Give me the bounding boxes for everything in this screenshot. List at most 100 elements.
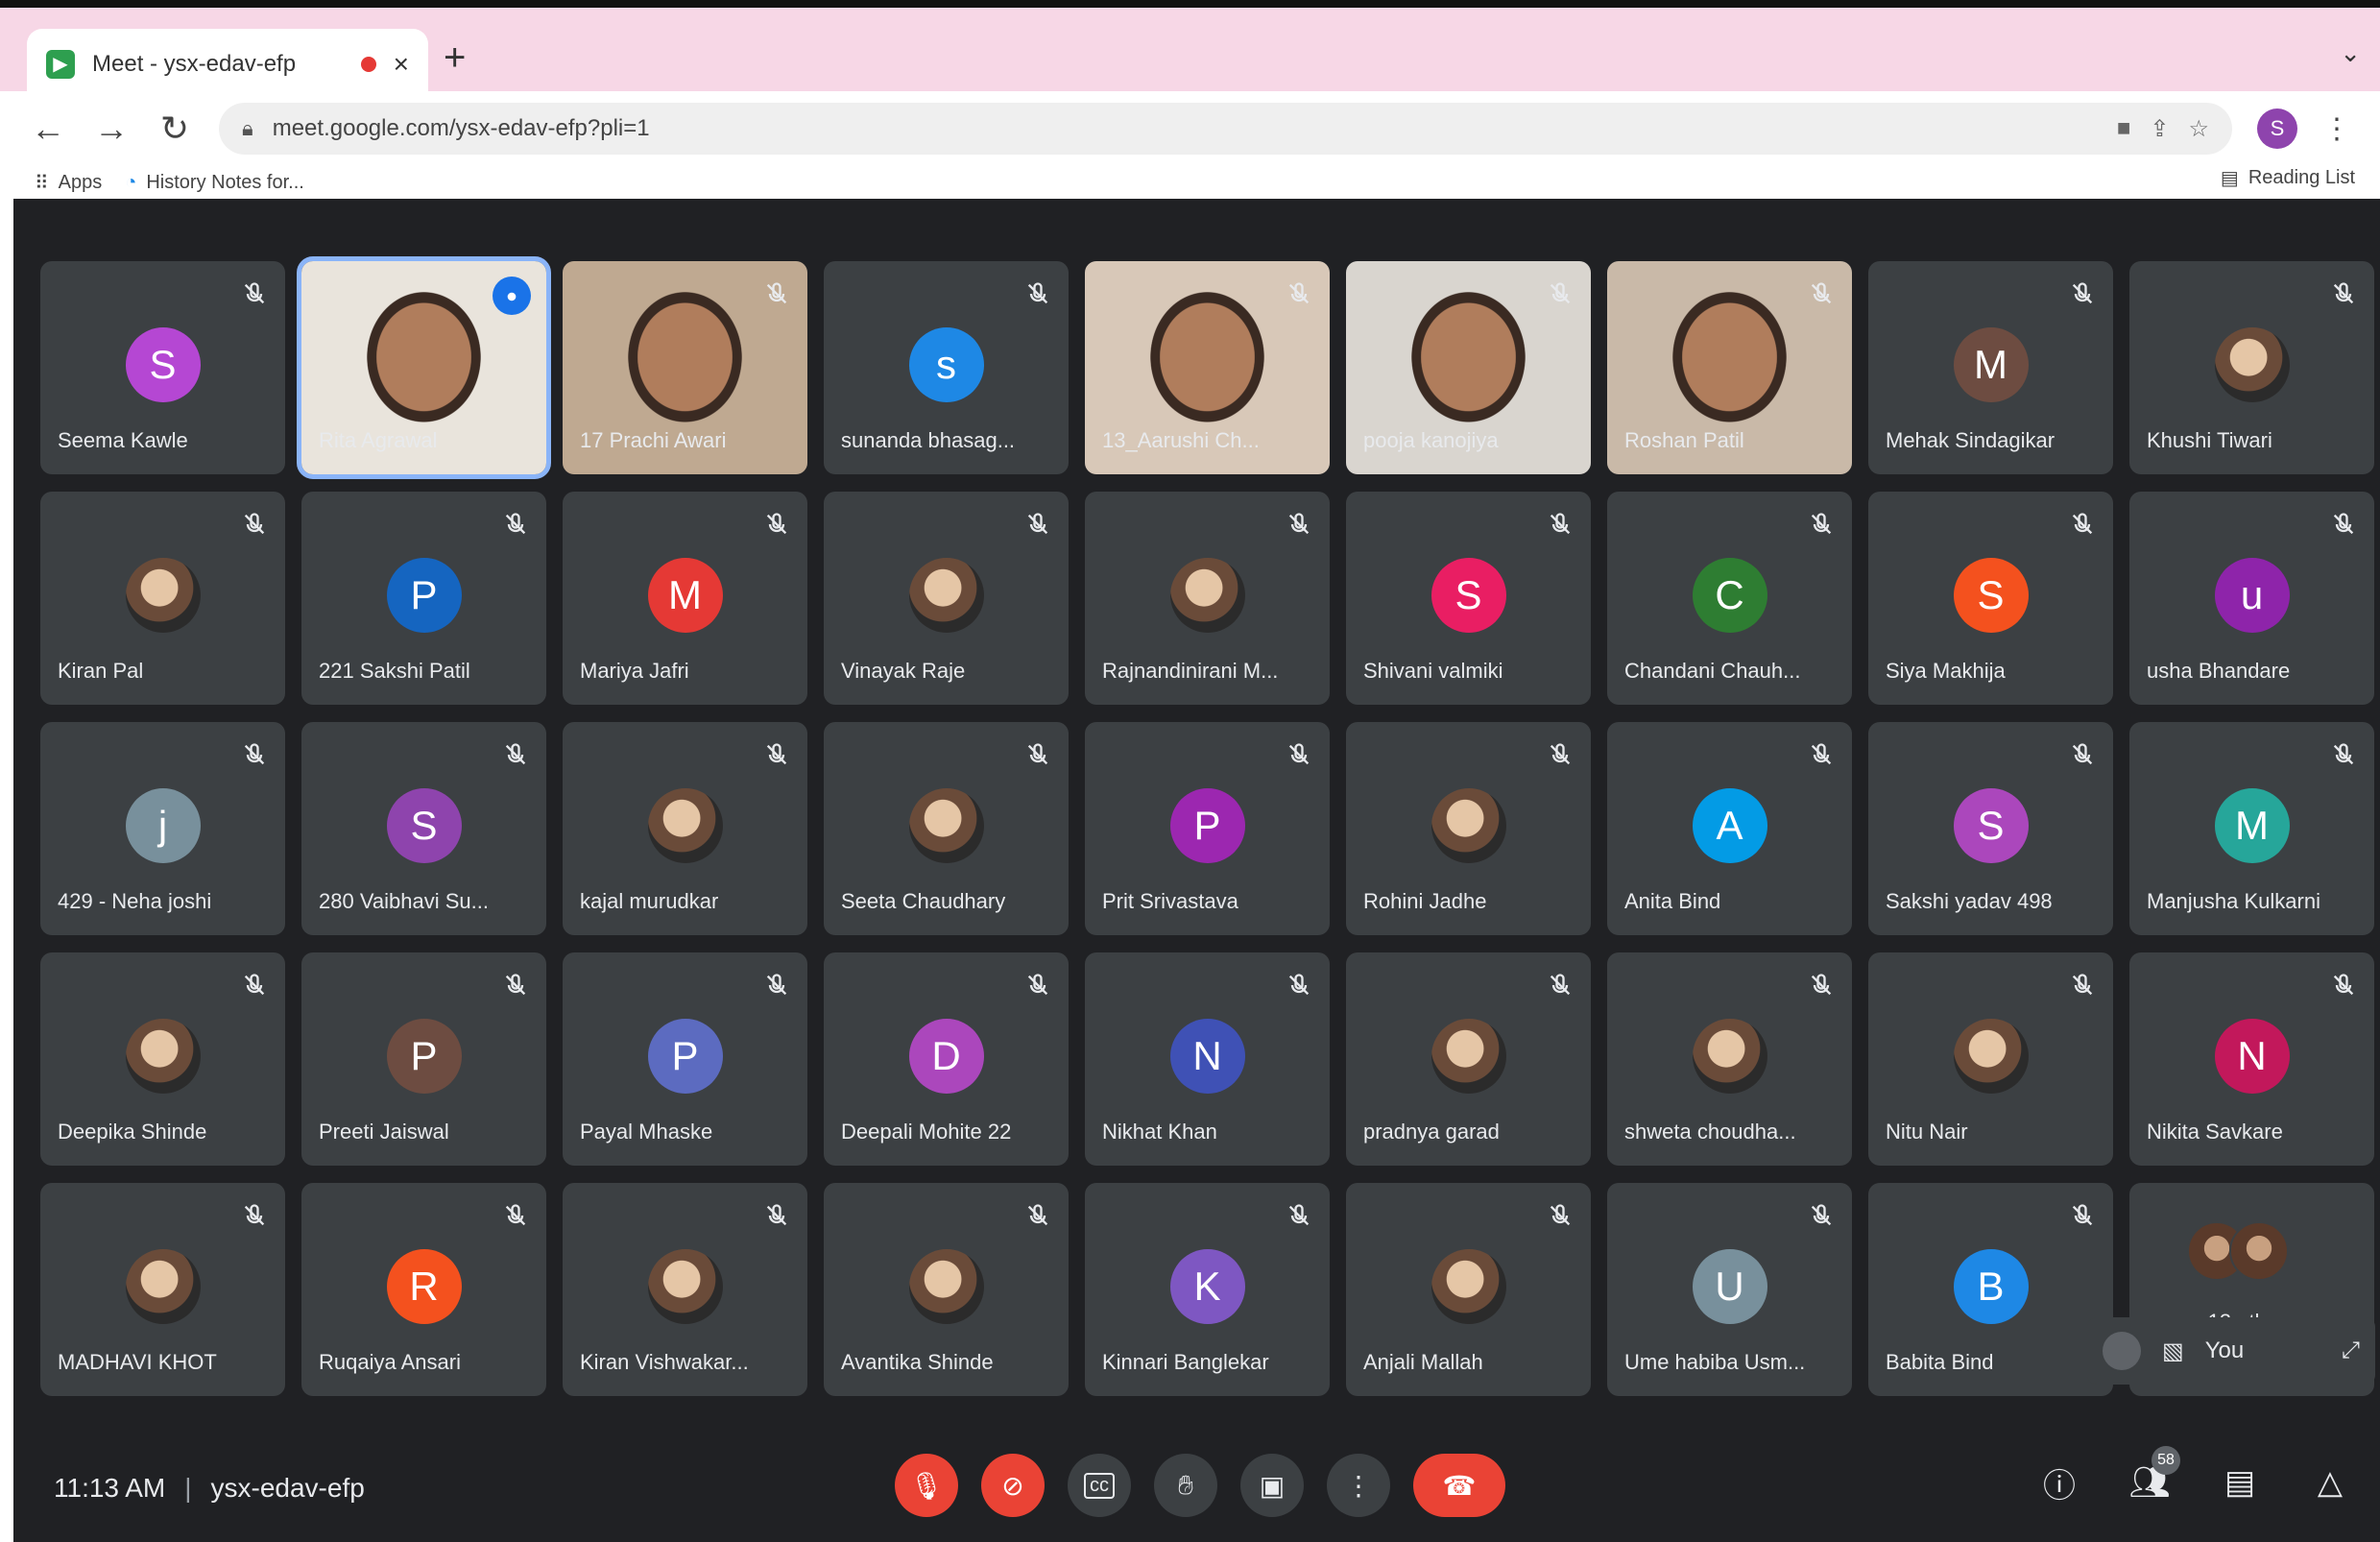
profile-avatar[interactable]: S — [2257, 108, 2297, 149]
present-screen-button[interactable]: ▣ — [1240, 1454, 1304, 1517]
microphone-off-icon — [763, 280, 790, 307]
microphone-off-icon — [241, 1202, 268, 1229]
meeting-info-button[interactable]: ⓘ — [2038, 1461, 2080, 1505]
reading-list-button[interactable]: ▤ Reading List — [2221, 166, 2355, 190]
camera-in-use-icon[interactable]: ■ — [2117, 115, 2131, 142]
participant-tile[interactable]: Deepika Shinde — [40, 952, 285, 1166]
participant-avatar: S — [1953, 788, 2029, 863]
participant-tile[interactable]: kajal murudkar — [563, 722, 807, 935]
participant-tile[interactable]: shweta choudha... — [1607, 952, 1852, 1166]
people-button[interactable]: 👥︎ 58 — [2128, 1446, 2180, 1504]
reading-list-icon: ▤ — [2220, 168, 2239, 189]
forward-arrow-icon[interactable]: → — [92, 108, 131, 149]
participant-tile[interactable]: M Mehak Sindagikar — [1868, 261, 2113, 474]
participant-tile[interactable]: Rohini Jadhe — [1346, 722, 1591, 935]
participant-avatar — [1430, 1019, 1506, 1094]
participant-tile[interactable]: M Manjusha Kulkarni — [2129, 722, 2374, 935]
participant-name: Rita Agrawal — [319, 428, 438, 452]
apps-grid-icon: ⠿ — [35, 172, 49, 194]
participant-tile[interactable]: Vinayak Raje — [824, 492, 1069, 705]
participant-tile[interactable]: u usha Bhandare — [2129, 492, 2374, 705]
microphone-off-icon — [1808, 741, 1835, 768]
bookmarks-bar: ⠿ Apps ◔ History Notes for... ▤ Reading … — [0, 166, 2380, 199]
toolbar: ← → ↻ 🔒︎ meet.google.com/ysx-edav-efp?pl… — [0, 91, 2380, 166]
participant-tile[interactable]: S Shivani valmiki — [1346, 492, 1591, 705]
bookmark-star-icon[interactable]: ☆ — [2188, 115, 2209, 143]
participant-tile[interactable]: Anjali Mallah — [1346, 1183, 1591, 1396]
participant-tile[interactable]: Avantika Shinde — [824, 1183, 1069, 1396]
participant-tile[interactable]: N Nikhat Khan — [1085, 952, 1330, 1166]
participant-tile[interactable]: C Chandani Chauh... — [1607, 492, 1852, 705]
participant-tile[interactable]: P Payal Mhaske — [563, 952, 807, 1166]
participant-tile[interactable]: S Sakshi yadav 498 — [1868, 722, 2113, 935]
participant-tile[interactable]: A Anita Bind — [1607, 722, 1852, 935]
more-options-button[interactable]: ⋮ — [1327, 1454, 1390, 1517]
participant-tile[interactable]: D Deepali Mohite 22 — [824, 952, 1069, 1166]
participant-avatar: P — [386, 558, 462, 633]
bookmark-label: History Notes for... — [146, 171, 304, 193]
url-text[interactable]: meet.google.com/ysx-edav-efp?pli=1 — [273, 115, 2098, 142]
back-arrow-icon[interactable]: ← — [29, 108, 67, 149]
participant-avatar: S — [125, 327, 201, 402]
participant-tile[interactable]: Rajnandinirani M... — [1085, 492, 1330, 705]
microphone-off-icon — [2330, 511, 2357, 538]
participant-tile[interactable]: pooja kanojiya — [1346, 261, 1591, 474]
leave-call-button[interactable]: ☎︎ — [1413, 1454, 1505, 1517]
reload-icon[interactable]: ↻ — [156, 108, 194, 149]
bookmark-apps[interactable]: ⠿ Apps — [35, 171, 102, 195]
participant-tile[interactable]: 17 Prachi Awari — [563, 261, 807, 474]
chat-button[interactable]: ▤ — [2219, 1461, 2261, 1504]
participant-avatar — [647, 1249, 723, 1324]
participant-tile[interactable]: MADHAVI KHOT — [40, 1183, 285, 1396]
address-bar[interactable]: 🔒︎ meet.google.com/ysx-edav-efp?pli=1 ■ … — [219, 103, 2232, 155]
participant-tile[interactable]: P 221 Sakshi Patil — [301, 492, 546, 705]
recording-indicator-icon — [360, 56, 376, 72]
participant-tile[interactable]: S 280 Vaibhavi Su... — [301, 722, 546, 935]
participant-tile[interactable]: N Nikita Savkare — [2129, 952, 2374, 1166]
new-tab-button[interactable]: + — [444, 36, 466, 80]
participant-avatar — [1692, 1019, 1767, 1094]
participant-tile[interactable]: U Ume habiba Usm... — [1607, 1183, 1852, 1396]
lock-icon[interactable]: 🔒︎ — [242, 116, 253, 141]
participant-tile[interactable]: M Mariya Jafri — [563, 492, 807, 705]
participant-tile[interactable]: Khushi Tiwari — [2129, 261, 2374, 474]
participant-tile[interactable]: S Siya Makhija — [1868, 492, 2113, 705]
participant-tile[interactable]: ⦁ Rita Agrawal — [297, 256, 551, 479]
activities-button[interactable]: △ — [2309, 1461, 2351, 1504]
browser-tab-meet[interactable]: ▶ Meet - ysx-edav-efp × — [27, 29, 428, 99]
participant-tile[interactable]: Roshan Patil — [1607, 261, 1852, 474]
participant-tile[interactable]: P Preeti Jaiswal — [301, 952, 546, 1166]
participant-avatar: M — [2214, 788, 2290, 863]
participant-tile[interactable]: Kiran Pal — [40, 492, 285, 705]
participant-name: Avantika Shinde — [841, 1350, 994, 1374]
self-view-pill[interactable]: ▧ You ⤢ — [2087, 1317, 2375, 1385]
microphone-off-icon — [1286, 1202, 1312, 1229]
participant-tile[interactable]: pradnya garad — [1346, 952, 1591, 1166]
participant-tile[interactable]: R Ruqaiya Ansari — [301, 1183, 546, 1396]
expand-icon[interactable]: ⤢ — [2342, 1337, 2360, 1364]
participant-tile[interactable]: s sunanda bhasag... — [824, 261, 1069, 474]
participant-tile[interactable]: j 429 - Neha joshi — [40, 722, 285, 935]
raise-hand-button[interactable]: ✋︎ — [1154, 1454, 1217, 1517]
participant-tile[interactable]: B Babita Bind — [1868, 1183, 2113, 1396]
participant-tile[interactable]: Seeta Chaudhary — [824, 722, 1069, 935]
participant-avatar — [1430, 1249, 1506, 1324]
microphone-off-button[interactable]: 🎙︎ — [895, 1454, 958, 1517]
browser-menu-icon[interactable]: ⋮ — [2322, 112, 2351, 146]
participant-avatar: N — [1169, 1019, 1245, 1094]
camera-off-button[interactable]: ⊘ — [981, 1454, 1045, 1517]
participant-tile[interactable]: 13_Aarushi Ch... — [1085, 261, 1330, 474]
share-icon[interactable]: ⇪ — [2150, 115, 2169, 143]
participant-tile[interactable]: Nitu Nair — [1868, 952, 2113, 1166]
participant-tile[interactable]: S Seema Kawle — [40, 261, 285, 474]
participant-avatar — [908, 558, 984, 633]
close-tab-button[interactable]: × — [394, 49, 409, 80]
tab-search-chevron-icon[interactable]: ⌄ — [2340, 38, 2361, 68]
participant-tile[interactable]: P Prit Srivastava — [1085, 722, 1330, 935]
participant-tile[interactable]: K Kinnari Banglekar — [1085, 1183, 1330, 1396]
microphone-off-icon — [763, 511, 790, 538]
participant-tile[interactable]: Kiran Vishwakar... — [563, 1183, 807, 1396]
microphone-off-icon — [1808, 511, 1835, 538]
bookmark-history-notes[interactable]: ◔ History Notes for... — [125, 172, 304, 194]
captions-button[interactable]: cc — [1068, 1454, 1131, 1517]
